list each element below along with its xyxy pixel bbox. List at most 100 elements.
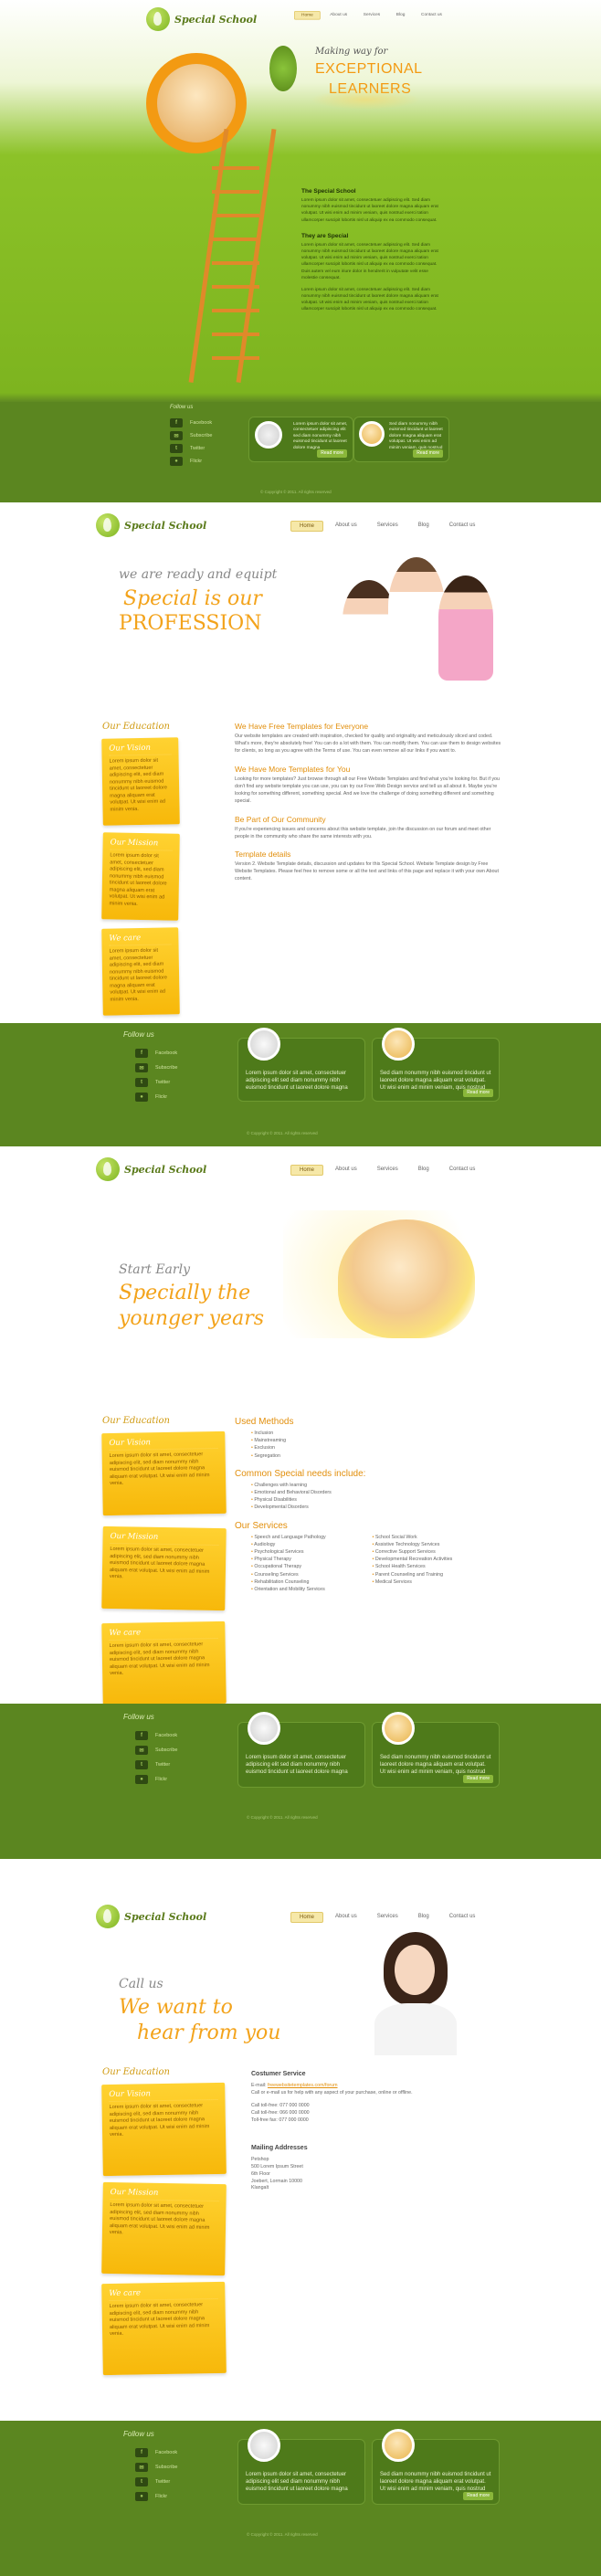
social-label: Flickr: [155, 2494, 168, 2499]
hero-subtitle: we are ready and equipt: [119, 567, 278, 582]
nav-blog[interactable]: Blog: [410, 1912, 438, 1923]
social-subscribe[interactable]: ✉ Subscribe: [170, 431, 212, 440]
list-item: Physical Therapy: [251, 1556, 367, 1563]
note-title: We care: [109, 2286, 218, 2302]
social-subscribe[interactable]: ✉ Subscribe: [135, 1746, 177, 1755]
read-more-button[interactable]: Read more: [317, 449, 347, 458]
footer-card-2: Sed diam nonummy nibh euismod tincidunt …: [372, 2429, 500, 2505]
footer-card-text: Lorem ipsum dolor sit amet, consectetuer…: [246, 2472, 348, 2493]
read-more-button[interactable]: Read more: [463, 2492, 493, 2500]
nav-contact[interactable]: Contact us: [441, 521, 484, 532]
social-label: Twitter: [190, 446, 206, 451]
logo[interactable]: Special School: [96, 1157, 206, 1181]
special-text-1: Lorem ipsum dolor sit amet, consectetuer…: [301, 242, 438, 280]
read-more-button[interactable]: Read more: [463, 1775, 493, 1783]
building-image: [248, 2429, 280, 2462]
nav-home[interactable]: Home: [290, 1165, 324, 1176]
logo-icon: [96, 1157, 120, 1181]
copyright: © Copyright © 2011. All rights reserved: [247, 1815, 318, 1820]
social-facebook[interactable]: f Facebook: [170, 418, 212, 428]
social-subscribe[interactable]: ✉ Subscribe: [135, 2463, 177, 2472]
education-title: Our Education: [102, 1416, 170, 1426]
copyright: © Copyright © 2011. All rights reserved: [247, 1131, 318, 1135]
note-title: Our Mission: [110, 2187, 219, 2202]
social-label: Subscribe: [190, 433, 213, 438]
list-item: Assistive Technology Services: [373, 1541, 505, 1548]
nav-about[interactable]: About us: [327, 1165, 365, 1176]
nav-about[interactable]: About us: [327, 1912, 365, 1923]
nav-services[interactable]: Services: [369, 1912, 406, 1923]
services-list-left: Speech and Language Pathology Audiology …: [251, 1534, 367, 1594]
building-image: [248, 1712, 280, 1745]
nav-blog[interactable]: Blog: [390, 11, 412, 20]
email-label: E-mail:: [251, 2083, 267, 2088]
social-subscribe[interactable]: ✉ Subscribe: [135, 1063, 177, 1072]
footer: Follow us f Facebook ✉ Subscribe t Twitter …: [0, 402, 601, 502]
nav-home[interactable]: Home: [290, 521, 324, 532]
leaves-decor: [269, 46, 297, 91]
social-twitter[interactable]: t Twitter: [135, 1760, 177, 1769]
nav-about[interactable]: About us: [327, 521, 365, 532]
nav-home[interactable]: Home: [294, 11, 321, 20]
child-image: [382, 1028, 415, 1061]
logo[interactable]: Special School: [96, 1905, 206, 1928]
list-item: Developmental Disorders: [251, 1504, 504, 1511]
social-twitter[interactable]: t Twitter: [135, 2477, 177, 2486]
follow-title: Follow us: [123, 1713, 154, 1721]
logo-icon: [96, 1905, 120, 1928]
social-facebook[interactable]: f Facebook: [135, 1731, 177, 1740]
list-item: Developmental Recreation Activities: [373, 1556, 505, 1563]
note-mission: Our Mission Lorem ipsum dolor sit amet, c…: [101, 1526, 227, 1611]
social-label: Flickr: [155, 1094, 168, 1100]
hero-title-1: EXCEPTIONAL: [315, 61, 423, 77]
logo[interactable]: Special School: [146, 7, 257, 31]
nav-about[interactable]: About us: [323, 11, 353, 20]
subscribe-icon: ✉: [135, 1063, 148, 1072]
social-twitter[interactable]: t Twitter: [170, 444, 212, 453]
footer-card-text: Lorem ipsum dolor sit amet, consectetuer…: [293, 422, 348, 450]
social-facebook[interactable]: f Facebook: [135, 2448, 177, 2457]
nav-contact[interactable]: Contact us: [415, 11, 448, 20]
footer-card-1: Lorem ipsum dolor sit amet, consectetuer…: [237, 2429, 365, 2505]
read-more-button[interactable]: Read more: [413, 449, 443, 458]
nav-services[interactable]: Services: [369, 1165, 406, 1176]
copyright: © Copyright © 2011. All rights reserved: [247, 2532, 318, 2537]
baby-photo: [338, 1219, 475, 1338]
child-image: [359, 421, 385, 447]
child-image: [382, 2429, 415, 2462]
logo[interactable]: Special School: [96, 513, 206, 537]
nav-home[interactable]: Home: [290, 1912, 324, 1923]
nav-blog[interactable]: Blog: [410, 1165, 438, 1176]
email-link[interactable]: freewebsitetemplates.com/forum: [268, 2083, 338, 2088]
hero-title-2: younger years: [119, 1307, 264, 1330]
social-facebook[interactable]: f Facebook: [135, 1049, 177, 1058]
note-text: Lorem ipsum dolor sit amet, consectetuer…: [109, 1642, 210, 1677]
hero-people-photo: [338, 557, 498, 681]
social-flickr[interactable]: ● Flickr: [135, 1093, 177, 1102]
nav-contact[interactable]: Contact us: [441, 1165, 484, 1176]
social-label: Twitter: [155, 1080, 171, 1085]
social-twitter[interactable]: t Twitter: [135, 1078, 177, 1087]
note-vision: Our Vision Lorem ipsum dolor sit amet, co…: [101, 737, 180, 826]
social-flickr[interactable]: ● Flickr: [135, 1775, 177, 1784]
footer-card-2: Sed diam nonummy nibh euismod tincidunt …: [353, 417, 449, 462]
intro-text: Lorem ipsum dolor sit amet, consectetuer…: [301, 198, 438, 223]
social-label: Facebook: [155, 2450, 178, 2455]
social-flickr[interactable]: ● Flickr: [135, 2492, 177, 2501]
services-grid: Speech and Language Pathology Audiology …: [235, 1534, 504, 1594]
nav-services[interactable]: Services: [369, 521, 406, 532]
nav-blog[interactable]: Blog: [410, 521, 438, 532]
nav-services[interactable]: Services: [357, 11, 387, 20]
page-contact: Special School Home About us Services Bl…: [0, 1859, 601, 2576]
list-item: Parent Counseling and Training: [373, 1571, 505, 1578]
read-more-button[interactable]: Read more: [463, 1089, 493, 1097]
twitter-icon: t: [135, 2477, 148, 2486]
social-flickr[interactable]: ● Flickr: [170, 457, 212, 466]
social-label: Flickr: [155, 1777, 168, 1782]
note-text: Lorem ipsum dolor sit amet, consectetuer…: [109, 2201, 210, 2236]
nav-contact[interactable]: Contact us: [441, 1912, 484, 1923]
section-title: Be Part of Our Community: [235, 814, 326, 824]
subscribe-icon: ✉: [170, 431, 183, 440]
footer-card-text: Sed diam nonummy nibh euismod tincidunt …: [380, 2472, 491, 2493]
note-vision: Our Vision Lorem ipsum dolor sit amet, co…: [101, 1431, 227, 1516]
